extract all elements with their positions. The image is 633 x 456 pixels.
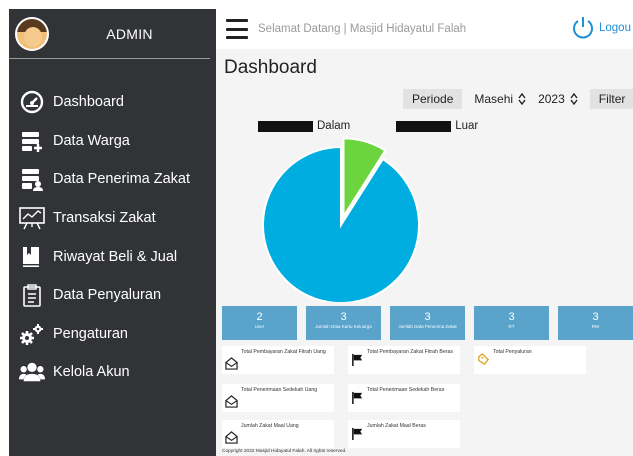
stat-value: 3 xyxy=(424,311,431,323)
sidebar-item-label: Transaksi Zakat xyxy=(53,210,156,227)
sidebar-menu: Dashboard Data Warga Data Penerima Zakat… xyxy=(9,83,216,392)
legend-label-dalam: Dalam xyxy=(317,120,351,132)
sidebar-item-label: Riwayat Beli & Jual xyxy=(53,248,178,265)
card-zakat-fitrah-uang[interactable]: Total Pembayaran Zakat Fitrah Uang xyxy=(222,346,334,374)
card-zakat-maal-beras[interactable]: Jumlah Zakat Maal Beras xyxy=(348,420,460,448)
stat-label: RW xyxy=(591,324,600,329)
topbar: Selamat Datang | Masjid Hidayatul Falah … xyxy=(216,9,633,49)
pie-slice-dalam[interactable] xyxy=(262,145,420,302)
legend-label-luar: Luar xyxy=(455,120,479,132)
year-select-value: 2023 xyxy=(538,92,565,106)
tag-icon xyxy=(478,353,490,366)
clipboard-icon xyxy=(19,282,45,308)
envelope-icon xyxy=(225,395,238,408)
logout-button[interactable]: Logou xyxy=(570,15,631,41)
page-title: Dashboard xyxy=(224,57,317,78)
dashboard-gauge-icon xyxy=(19,89,45,115)
sidebar-item-riwayat-beli-jual[interactable]: Riwayat Beli & Jual xyxy=(9,237,216,276)
stat-penerima-zakat[interactable]: 3 Jumlah Data Penerima Zakat xyxy=(390,306,465,340)
card-label: Jumlah Zakat Maal Uang xyxy=(241,423,299,429)
select-arrows-icon xyxy=(570,93,578,105)
sidebar-item-label: Kelola Akun xyxy=(53,364,130,381)
year-select[interactable]: 2023 xyxy=(538,92,578,106)
card-label: Total Penyaluran xyxy=(493,349,532,355)
sidebar-item-label: Pengaturan xyxy=(53,325,128,342)
logout-label: Logou xyxy=(599,22,631,34)
flag-icon xyxy=(352,391,363,404)
stat-rw[interactable]: 3 RW xyxy=(558,306,633,340)
card-total-penyaluran[interactable]: Total Penyaluran xyxy=(474,346,586,374)
sidebar-item-label: Data Warga xyxy=(53,132,130,149)
flag-icon xyxy=(352,427,363,440)
calendar-select[interactable]: Masehi xyxy=(474,92,526,106)
calendar-select-value: Masehi xyxy=(474,92,514,106)
stats-row: 2 User 3 Jumlah Data Kartu Keluarga 3 Jumla… xyxy=(222,306,633,340)
stat-user[interactable]: 2 User xyxy=(222,306,297,340)
stat-value: 3 xyxy=(508,311,515,323)
card-zakat-maal-uang[interactable]: Jumlah Zakat Maal Uang xyxy=(222,420,334,448)
stat-rt[interactable]: 3 RT xyxy=(474,306,549,340)
flag-icon xyxy=(352,353,363,366)
card-label: Total Penerimaan Sedekah Beras xyxy=(367,387,445,393)
card-label: Total Pembayaran Zakat Fitrah Uang xyxy=(241,349,326,355)
sidebar-item-kelola-akun[interactable]: Kelola Akun xyxy=(9,353,216,392)
sidebar-item-data-penyaluran[interactable]: Data Penyaluran xyxy=(9,276,216,315)
sidebar-item-dashboard[interactable]: Dashboard xyxy=(9,83,216,122)
stat-label: User xyxy=(254,324,265,329)
periode-label: Periode xyxy=(403,89,463,109)
legend-swatch-luar xyxy=(396,120,452,132)
book-icon xyxy=(19,244,45,270)
sidebar-item-pengaturan[interactable]: Pengaturan xyxy=(9,315,216,354)
users-icon xyxy=(19,359,45,385)
card-sedekah-uang[interactable]: Total Penerimaan Sedekah Uang xyxy=(222,384,334,412)
stat-label: Jumlah Data Kartu Keluarga xyxy=(315,324,372,329)
card-zakat-fitrah-beras[interactable]: Total Pembayaran Zakat Fitrah Beras xyxy=(348,346,460,374)
footer-copyright: Copyright 2022 Masjid Hidayatul Falah. A… xyxy=(222,449,347,454)
stat-value: 2 xyxy=(256,311,263,323)
main-content: Dashboard Periode Masehi 2023 Filter Dal… xyxy=(216,49,633,456)
card-label: Total Pembayaran Zakat Fitrah Beras xyxy=(367,349,453,355)
stat-kartu-keluarga[interactable]: 3 Jumlah Data Kartu Keluarga xyxy=(306,306,381,340)
sidebar: ADMIN Dashboard Data Warga Data Penerima… xyxy=(9,9,216,456)
chart-legend: Dalam Luar xyxy=(258,120,478,132)
presentation-chart-icon xyxy=(19,205,45,231)
admin-avatar[interactable] xyxy=(15,16,49,51)
envelope-icon xyxy=(225,431,238,444)
card-label: Jumlah Zakat Maal Beras xyxy=(367,423,426,429)
envelope-icon xyxy=(225,357,238,370)
sidebar-item-transaksi-zakat[interactable]: Transaksi Zakat xyxy=(9,199,216,238)
sidebar-item-data-warga[interactable]: Data Warga xyxy=(9,122,216,161)
card-sedekah-beras[interactable]: Total Penerimaan Sedekah Beras xyxy=(348,384,460,412)
period-filter-bar: Periode Masehi 2023 Filter xyxy=(403,89,633,109)
stat-label: Jumlah Data Penerima Zakat xyxy=(398,324,457,329)
select-arrows-icon xyxy=(518,93,526,105)
sidebar-profile: ADMIN xyxy=(9,9,210,59)
database-user-icon xyxy=(19,166,45,192)
pie-chart xyxy=(262,137,420,302)
stat-label: RT xyxy=(508,324,515,329)
admin-label: ADMIN xyxy=(106,25,153,42)
sidebar-item-label: Data Penerima Zakat xyxy=(53,171,191,188)
sidebar-item-data-penerima-zakat[interactable]: Data Penerima Zakat xyxy=(9,160,216,199)
welcome-text: Selamat Datang | Masjid Hidayatul Falah xyxy=(258,23,467,35)
gears-icon xyxy=(19,321,45,347)
hamburger-menu-icon[interactable] xyxy=(226,19,248,39)
database-add-icon xyxy=(19,128,45,154)
power-icon xyxy=(573,17,593,39)
card-label: Total Penerimaan Sedekah Uang xyxy=(241,387,318,393)
sidebar-item-label: Data Penyaluran xyxy=(53,287,162,304)
filter-button[interactable]: Filter xyxy=(589,89,633,109)
stat-value: 3 xyxy=(592,311,599,323)
sidebar-item-label: Dashboard xyxy=(53,94,124,111)
stat-value: 3 xyxy=(340,311,347,323)
legend-swatch-dalam xyxy=(258,120,313,132)
